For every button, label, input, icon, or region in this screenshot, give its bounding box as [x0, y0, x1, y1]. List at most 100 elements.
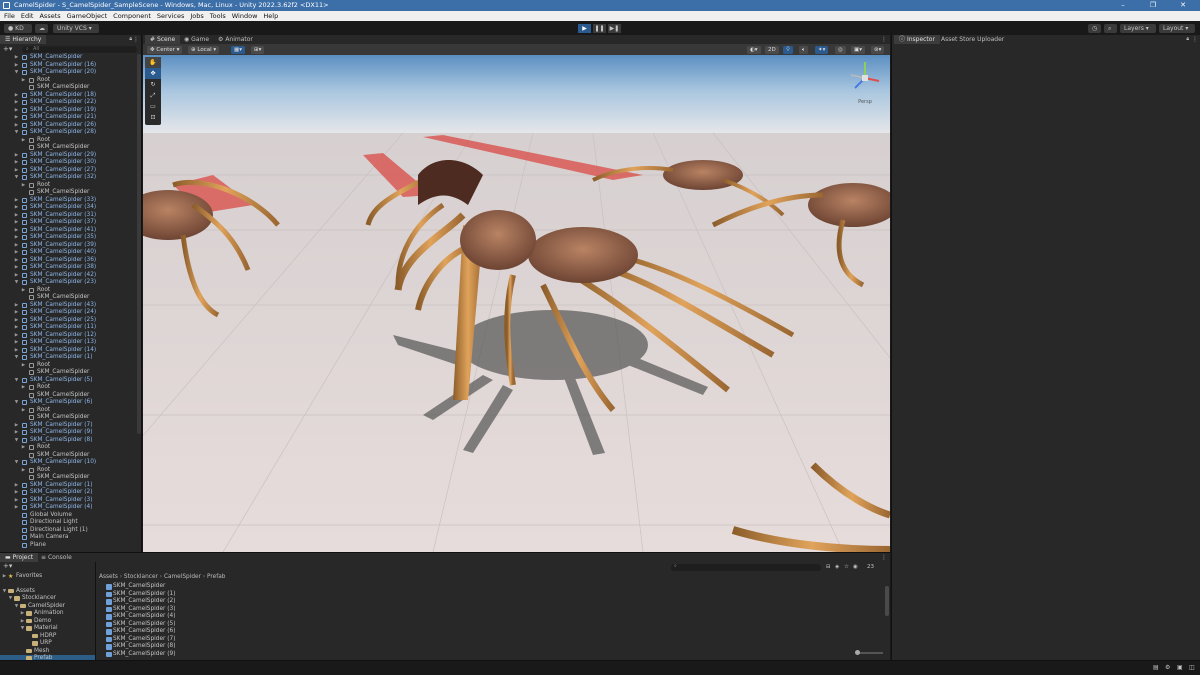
chevron-right-icon[interactable]: ▶	[21, 182, 26, 190]
hierarchy-item[interactable]: ▶ SKM_CamelSpider (42)	[0, 272, 141, 280]
hierarchy-item[interactable]: ▶ SKM_CamelSpider (12)	[0, 332, 141, 340]
menu-assets[interactable]: Assets	[36, 11, 63, 21]
icon-size-slider[interactable]	[855, 650, 883, 655]
space-dropdown[interactable]: ⊕ Local ▾	[188, 45, 220, 54]
chevron-down-icon[interactable]: ▼	[14, 603, 19, 611]
hierarchy-item[interactable]: ▼ SKM_CamelSpider (32)	[0, 174, 141, 182]
hierarchy-item[interactable]: Main Camera	[0, 534, 141, 542]
favorites-item[interactable]: ▶ ★ Favorites	[0, 573, 95, 581]
hidden-objects-toggle[interactable]: ◎	[835, 45, 846, 54]
tab-scene[interactable]: # Scene	[145, 35, 181, 44]
chevron-down-icon[interactable]: ▼	[14, 354, 19, 362]
hierarchy-item[interactable]: ▶ SKM_CamelSpider (26)	[0, 122, 141, 130]
chevron-right-icon[interactable]: ▶	[21, 362, 26, 370]
layout-dropdown[interactable]: Layout ▾	[1159, 23, 1195, 33]
folder-item[interactable]: ▶ Demo	[0, 618, 95, 626]
chevron-right-icon[interactable]: ▶	[14, 422, 19, 430]
hierarchy-item[interactable]: ▶ SKM_CamelSpider (13)	[0, 339, 141, 347]
hierarchy-item[interactable]: ▶ SKM_CamelSpider (29)	[0, 152, 141, 160]
hierarchy-item[interactable]: Directional Light	[0, 519, 141, 527]
menu-edit[interactable]: Edit	[18, 11, 37, 21]
filter-label-icon[interactable]: ◈	[835, 562, 839, 572]
folder-item[interactable]: Mesh	[0, 648, 95, 656]
breadcrumb-stocklancer[interactable]: Stocklancer	[124, 574, 158, 580]
asset-item[interactable]: SKM_CamelSpider (3)	[97, 606, 877, 614]
asset-item[interactable]: SKM_CamelSpider (7)	[97, 636, 877, 644]
folder-item[interactable]: URP	[0, 640, 95, 648]
asset-item[interactable]: SKM_CamelSpider (8)	[97, 643, 877, 651]
progress-icon[interactable]: ▤	[1153, 664, 1159, 671]
hierarchy-item[interactable]: SKM_CamelSpider	[0, 369, 141, 377]
hierarchy-item[interactable]: ▶ Root	[0, 137, 141, 145]
chevron-right-icon[interactable]: ▶	[14, 429, 19, 437]
hierarchy-item[interactable]: SKM_CamelSpider	[0, 294, 141, 302]
chevron-right-icon[interactable]: ▶	[14, 227, 19, 235]
breadcrumb-assets[interactable]: Assets	[99, 574, 118, 580]
chevron-down-icon[interactable]: ▼	[14, 174, 19, 182]
folder-item[interactable]: ▶ Animation	[0, 610, 95, 618]
notification-icon[interactable]: ▣	[1177, 664, 1183, 671]
hierarchy-item[interactable]: ▼ SKM_CamelSpider (20)	[0, 69, 141, 77]
maximize-button[interactable]: ❐	[1142, 0, 1164, 11]
hierarchy-item[interactable]: SKM_CamelSpider	[0, 452, 141, 460]
hierarchy-item[interactable]: ▶ SKM_CamelSpider (22)	[0, 99, 141, 107]
chevron-down-icon[interactable]: ▼	[2, 588, 7, 596]
chevron-right-icon[interactable]: ▶	[14, 219, 19, 227]
hierarchy-item[interactable]: SKM_CamelSpider	[0, 414, 141, 422]
chevron-right-icon[interactable]: ▶	[14, 234, 19, 242]
chevron-right-icon[interactable]: ▶	[14, 212, 19, 220]
folder-item[interactable]: ▼ Assets	[0, 588, 95, 596]
menu-window[interactable]: Window	[229, 11, 261, 21]
star-outline-icon[interactable]: ☆	[844, 562, 849, 572]
hierarchy-item[interactable]: SKM_CamelSpider	[0, 84, 141, 92]
chevron-right-icon[interactable]: ▶	[14, 332, 19, 340]
filter-type-icon[interactable]: ⊟	[826, 562, 831, 572]
hierarchy-item[interactable]: ▼ SKM_CamelSpider (6)	[0, 399, 141, 407]
search-button[interactable]: ⌕	[1104, 23, 1117, 33]
chevron-right-icon[interactable]: ▶	[14, 62, 19, 70]
hierarchy-item[interactable]: ▶ SKM_CamelSpider (9)	[0, 429, 141, 437]
chevron-right-icon[interactable]: ▶	[21, 77, 26, 85]
hierarchy-item[interactable]: ▶ SKM_CamelSpider (19)	[0, 107, 141, 115]
camera-settings-button[interactable]: ▣▾	[851, 45, 865, 54]
hierarchy-item[interactable]: ▶ Root	[0, 384, 141, 392]
hierarchy-item[interactable]: ▶ Root	[0, 467, 141, 475]
tab-asset-store-uploader[interactable]: Asset Store Uploader	[936, 35, 1009, 44]
hierarchy-item[interactable]: ▼ SKM_CamelSpider (1)	[0, 354, 141, 362]
hierarchy-item[interactable]: ▼ SKM_CamelSpider (28)	[0, 129, 141, 137]
folder-item[interactable]: ▼ CamelSpider	[0, 603, 95, 611]
hierarchy-item[interactable]: ▶ SKM_CamelSpider (4)	[0, 504, 141, 512]
gizmos-dropdown[interactable]: ⊛▾	[871, 45, 885, 54]
scale-tool-icon[interactable]: ⤢	[145, 90, 161, 101]
move-tool-icon[interactable]: ✥	[145, 68, 161, 79]
hierarchy-item[interactable]: ▶ Root	[0, 407, 141, 415]
audio-toggle[interactable]: 🔈︎	[799, 45, 809, 54]
asset-item[interactable]: SKM_CamelSpider (6)	[97, 628, 877, 636]
lighting-toggle[interactable]: 💡︎	[783, 45, 793, 54]
hierarchy-item[interactable]: ▶ SKM_CamelSpider (36)	[0, 257, 141, 265]
asset-item[interactable]: SKM_CamelSpider (9)	[97, 651, 877, 659]
asset-item[interactable]: SKM_CamelSpider	[97, 583, 877, 591]
chevron-right-icon[interactable]: ▶	[21, 467, 26, 475]
tab-inspector[interactable]: ⓘ Inspector	[894, 35, 940, 44]
hand-tool-icon[interactable]: ✋	[145, 57, 161, 68]
project-add-button[interactable]: +▾	[0, 562, 95, 571]
eye-icon[interactable]: ◉	[853, 562, 858, 572]
hierarchy-item[interactable]: ▼ SKM_CamelSpider (23)	[0, 279, 141, 287]
hierarchy-item[interactable]: ▶ SKM_CamelSpider (31)	[0, 212, 141, 220]
chevron-right-icon[interactable]: ▶	[14, 302, 19, 310]
undo-history-button[interactable]: ◷	[1088, 23, 1101, 33]
hierarchy-item[interactable]: ▶ SKM_CamelSpider (16)	[0, 62, 141, 70]
asset-item[interactable]: SKM_CamelSpider (1)	[97, 591, 877, 599]
hierarchy-item[interactable]: SKM_CamelSpider	[0, 392, 141, 400]
tab-console[interactable]: ≡ Console	[36, 553, 77, 562]
chevron-right-icon[interactable]: ▶	[14, 272, 19, 280]
hierarchy-item[interactable]: ▼ SKM_CamelSpider (8)	[0, 437, 141, 445]
add-icon[interactable]: +▾	[3, 44, 12, 54]
chevron-right-icon[interactable]: ▶	[14, 489, 19, 497]
debug-icon[interactable]: ⚙	[1165, 664, 1170, 671]
collab-icon[interactable]: ◫	[1189, 664, 1195, 671]
hierarchy-item[interactable]: ▶ SKM_CamelSpider (33)	[0, 197, 141, 205]
hierarchy-item[interactable]: ▶ Root	[0, 362, 141, 370]
kebab-menu-icon[interactable]: ⋮	[881, 35, 887, 44]
